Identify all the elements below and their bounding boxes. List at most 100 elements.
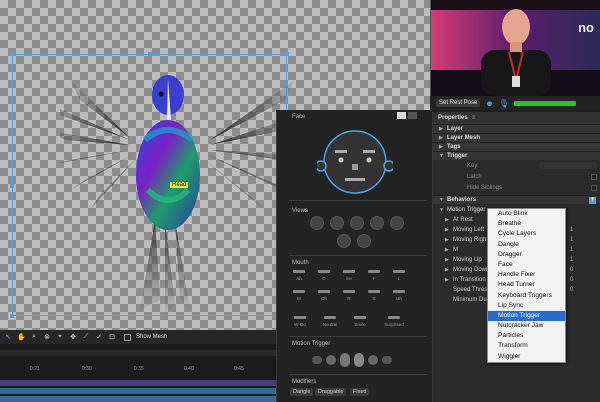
hide-siblings-checkbox[interactable] (591, 184, 597, 191)
select-tool-icon[interactable]: ↖ (4, 333, 12, 341)
section-behaviors[interactable]: ▼ Behaviors + (433, 195, 600, 204)
view-thumbnail[interactable] (310, 216, 324, 230)
menu-item-dangle[interactable]: Dangle (488, 240, 565, 250)
divider (289, 336, 427, 337)
webcam-feed: no (430, 0, 600, 96)
key-field[interactable] (539, 162, 597, 169)
menu-item-handle-fixer[interactable]: Handle Fixer (488, 270, 565, 280)
tool-bar: ↖ ✋ ⌕ ⊗ ⌖ ✥ ⟋ ✓ ⊡ Show Mesh (0, 330, 276, 344)
view-thumbnail[interactable] (350, 216, 364, 230)
modifier-dangle-button[interactable]: Dangle (290, 388, 314, 396)
mouth-shape[interactable]: W-Oo (285, 316, 315, 327)
webcam-brand-text: no (578, 20, 594, 35)
collapse-triangle-icon: ▼ (439, 153, 444, 159)
view-thumbnail[interactable] (390, 216, 404, 230)
motion-trigger-preview (312, 353, 392, 367)
menu-item-transform[interactable]: Transform (488, 341, 565, 351)
mouth-shape[interactable]: Ee (337, 270, 361, 281)
set-rest-pose-button[interactable]: Set Rest Pose (436, 99, 481, 107)
properties-header: Properties ≡ (433, 112, 600, 124)
menu-item-nutcracker-jaw[interactable]: Nutcracker Jaw (488, 321, 565, 331)
face-mode-button-alt[interactable] (408, 112, 417, 119)
handle-tool-icon[interactable]: ✓ (95, 333, 103, 341)
mouth-shape[interactable]: Uh (387, 290, 411, 301)
mouth-shape[interactable]: M (287, 290, 311, 301)
face-mode-button[interactable] (397, 112, 406, 119)
expand-triangle-icon: ▶ (439, 126, 443, 132)
section-trigger[interactable]: ▼ Trigger (433, 151, 600, 160)
menu-item-head-turner[interactable]: Head Turner (488, 280, 565, 290)
dragger-tool-icon[interactable]: ⊗ (43, 333, 51, 341)
crop-tool-icon[interactable]: ⊡ (108, 333, 116, 341)
mouth-shape[interactable]: Neutral (315, 316, 345, 327)
selection-handle[interactable] (10, 52, 14, 56)
selection-handle[interactable] (10, 184, 14, 188)
mouth-shape[interactable]: L (387, 270, 411, 281)
menu-item-keyboard-triggers[interactable]: Keyboard Triggers (488, 291, 565, 301)
properties-title: Properties (438, 115, 468, 121)
timeline-track (0, 350, 276, 356)
mouth-shape[interactable]: Oh (312, 290, 336, 301)
selection-handle[interactable] (148, 52, 152, 56)
behavior-dropdown-menu: Auto Blink Breathe Cycle Layers Dangle D… (487, 208, 566, 363)
menu-item-wiggler[interactable]: Wiggler (488, 352, 565, 362)
view-thumbnail[interactable] (330, 216, 344, 230)
menu-icon[interactable]: ≡ (472, 115, 476, 121)
view-thumbnail[interactable] (370, 216, 384, 230)
latch-checkbox[interactable] (591, 173, 597, 180)
show-mesh-checkbox[interactable] (124, 333, 131, 341)
menu-item-auto-blink[interactable]: Auto Blink (488, 209, 565, 219)
mouth-shape[interactable]: Smile (345, 316, 375, 327)
timeline-tick: 0:30 (82, 366, 92, 372)
selection-handle[interactable] (285, 52, 289, 56)
divider (289, 374, 427, 375)
zoom-tool-icon[interactable]: ⌕ (30, 333, 38, 341)
mouth-shape[interactable]: D (312, 270, 336, 281)
move-tool-icon[interactable]: ✥ (69, 333, 77, 341)
mouth-title: Mouth (292, 260, 309, 266)
view-thumbnail[interactable] (337, 234, 351, 248)
timeline-track-blue-2[interactable] (0, 396, 276, 402)
timeline-track-purple[interactable] (0, 380, 276, 386)
face-tracking-diagram (317, 130, 393, 194)
menu-item-cycle-layers[interactable]: Cycle Layers (488, 229, 565, 239)
modifier-draggable-button[interactable]: Draggable (315, 388, 347, 396)
mouth-shape[interactable]: S (362, 290, 386, 301)
selection-handle[interactable] (10, 314, 14, 318)
menu-item-motion-trigger[interactable]: Motion Trigger (488, 310, 565, 322)
timeline-track-blue[interactable] (0, 388, 276, 394)
motion-trigger-title: Motion Trigger (292, 341, 331, 347)
divider (289, 255, 427, 256)
section-layer[interactable]: ▶ Layer (433, 124, 600, 133)
modifier-fixed-button[interactable]: Fixed (350, 388, 370, 396)
person-icon[interactable]: ☻ (485, 99, 493, 108)
add-behavior-icon[interactable]: + (589, 196, 596, 204)
trigger-latch-row: Latch (433, 171, 600, 182)
menu-item-face[interactable]: Face (488, 260, 565, 270)
stick-tool-icon[interactable]: ⟋ (82, 333, 90, 341)
hand-tool-icon[interactable]: ✋ (17, 333, 26, 341)
views-title: Views (292, 208, 308, 214)
view-thumbnail[interactable] (357, 234, 371, 248)
mouth-shape[interactable]: Surprised (377, 316, 411, 327)
mouth-shape[interactable]: F (362, 270, 386, 281)
modifiers-title: Modifiers (292, 379, 317, 385)
trigger-hide-siblings-row: Hide Siblings (433, 182, 600, 193)
behavior-value-marks: 1 1 1 1 0 0 0 (570, 227, 574, 293)
microphone-icon[interactable]: 🎙 (499, 99, 509, 108)
pin-tool-icon[interactable]: ⌖ (56, 333, 64, 341)
mouth-shape[interactable]: Ah (287, 270, 311, 281)
expand-triangle-icon: ▶ (439, 135, 443, 141)
menu-item-dragger[interactable]: Dragger (488, 250, 565, 260)
divider (289, 200, 427, 201)
timeline-panel[interactable]: 0:21 0:30 0:35 0:40 0:45 (0, 344, 276, 402)
mouth-shape[interactable]: R (337, 290, 361, 301)
menu-item-lip-sync[interactable]: Lip Sync (488, 301, 565, 311)
timeline-tick: 0:40 (184, 366, 194, 372)
section-tags[interactable]: ▶ Tags (433, 142, 600, 151)
section-layer-mesh[interactable]: ▶ Layer Mesh (433, 133, 600, 142)
menu-item-particles[interactable]: Particles (488, 331, 565, 341)
menu-item-breathe[interactable]: Breathe (488, 219, 565, 229)
audio-level-meter (513, 100, 576, 106)
show-mesh-label: Show Mesh (136, 334, 168, 340)
